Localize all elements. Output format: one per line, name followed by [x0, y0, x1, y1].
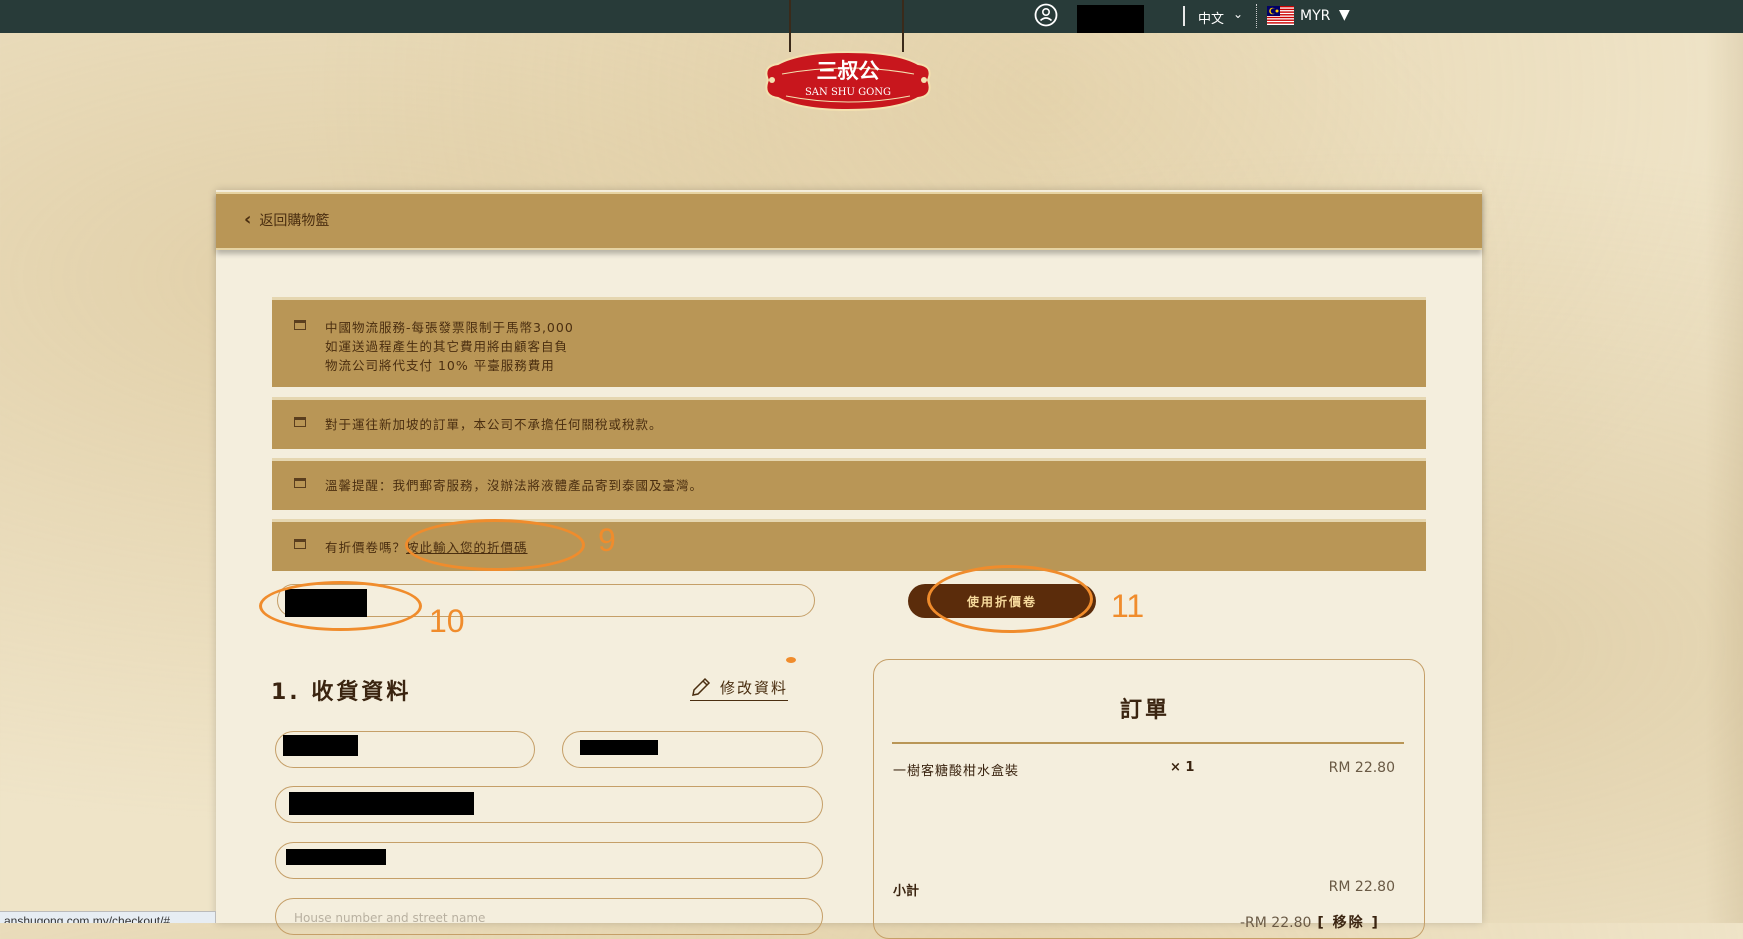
annotation-label: 10: [429, 603, 465, 639]
order-item-price: RM 22.80: [1328, 760, 1395, 776]
top-bar: 中文 ⌄ MYR ▼: [0, 0, 1743, 52]
order-title: 訂單: [1120, 698, 1171, 723]
caret-down-icon[interactable]: ▼: [1339, 7, 1350, 23]
redacted-last-name: [580, 740, 658, 755]
notice-singapore: 對于運往新加坡的訂單，本公司不承擔任何關稅或稅款。: [272, 397, 1426, 449]
order-item-qty: × 1: [1170, 760, 1195, 775]
chevron-down-icon[interactable]: ⌄: [1233, 7, 1243, 21]
divider: [892, 742, 1404, 744]
pencil-icon: [692, 677, 711, 696]
edit-address-label: 修改資料: [720, 678, 789, 697]
redacted-first-name: [283, 735, 358, 756]
annotation-ellipse: [927, 565, 1093, 633]
back-to-cart-label: 返回購物籃: [259, 213, 330, 229]
discount-row: -RM 22.80 [ 移除 ]: [1240, 912, 1380, 932]
chevron-left-icon: ‹: [244, 209, 252, 230]
panel-header: [216, 192, 1482, 250]
subtotal-label: 小計: [893, 884, 920, 899]
annotation-ellipse: [405, 519, 585, 571]
annotation-ellipse: [259, 581, 422, 631]
malaysia-flag-icon: [1267, 6, 1294, 25]
redacted-username: [1077, 5, 1144, 33]
account-icon[interactable]: [1034, 3, 1058, 27]
divider: [1183, 6, 1185, 26]
notice-line: 溫馨提醒：我們郵寄服務，沒辦法將液體產品寄到泰國及臺灣。: [325, 478, 704, 493]
checkbox[interactable]: [294, 320, 306, 330]
language-selector[interactable]: 中文: [1198, 8, 1224, 27]
annotation-label: 9: [598, 522, 616, 558]
san-shu-gong-logo[interactable]: 三叔公 SAN SHU GONG: [760, 44, 936, 116]
logo-text-cn: 三叔公: [817, 58, 880, 83]
edit-address-link[interactable]: 修改資料: [690, 676, 789, 701]
notice-line: 中國物流服務-每張發票限制于馬幣3,000: [325, 320, 574, 335]
redacted-phone: [286, 849, 386, 865]
currency-selector[interactable]: MYR: [1300, 8, 1330, 24]
discount-value: -RM 22.80: [1240, 915, 1312, 931]
back-to-cart-link[interactable]: ‹ 返回購物籃: [244, 210, 329, 230]
notice-liquid-products: 溫馨提醒：我們郵寄服務，沒辦法將液體產品寄到泰國及臺灣。: [272, 458, 1426, 510]
shipping-section-title: 1. 收貨資料: [271, 680, 412, 705]
subtotal-value: RM 22.80: [1328, 879, 1395, 895]
address-field[interactable]: House number and street name: [275, 898, 823, 935]
notice-china-shipping: 中國物流服務-每張發票限制于馬幣3,000 如運送過程產生的其它費用將由顧客自負…: [272, 297, 1426, 387]
annotation-dot: [786, 657, 796, 663]
redacted-email: [289, 792, 474, 815]
remove-coupon-link[interactable]: [ 移除 ]: [1317, 915, 1380, 931]
annotation-label: 11: [1111, 588, 1145, 624]
notice-line: 物流公司將代支付 10% 平臺服務費用: [325, 358, 555, 373]
coupon-prompt: 有折價卷嗎？: [325, 540, 407, 555]
notice-line: 如運送過程產生的其它費用將由顧客自負: [325, 339, 569, 354]
checkbox[interactable]: [294, 539, 306, 549]
logo-text-en: SAN SHU GONG: [805, 87, 891, 98]
notice-line: 對于運往新加坡的訂單，本公司不承擔任何關稅或稅款。: [325, 417, 663, 432]
order-item-name: 一樹客糖酸柑水盒裝: [893, 764, 1020, 779]
checkbox[interactable]: [294, 417, 306, 427]
page-edge-shadow: [1705, 33, 1743, 923]
divider: [1256, 4, 1257, 28]
browser-status-bar: anshugong.com.my/checkout/#: [0, 911, 216, 923]
checkbox[interactable]: [294, 478, 306, 488]
